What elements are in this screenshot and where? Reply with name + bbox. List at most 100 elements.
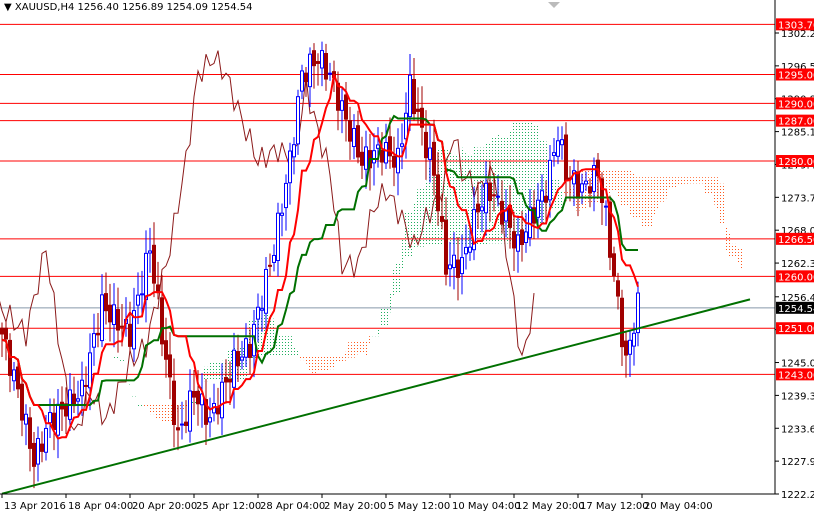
- candle-body: [188, 390, 192, 432]
- ichimoku-cloud-segment: [296, 349, 300, 356]
- ichimoku-cloud-segment: [216, 362, 220, 381]
- ichimoku-cloud-segment: [680, 177, 684, 186]
- y-tick-label: 1273.70: [781, 193, 814, 204]
- candle-body: [448, 264, 452, 270]
- candle-body: [248, 343, 252, 358]
- ichimoku-cloud-segment: [336, 355, 340, 363]
- candle: [192, 369, 196, 415]
- candle-body: [216, 406, 220, 415]
- candle-body: [528, 206, 532, 239]
- candle-body: [320, 50, 324, 69]
- candle-body: [72, 393, 76, 407]
- ichimoku-cloud-segment: [116, 356, 120, 358]
- candle-body: [628, 339, 632, 355]
- candle: [300, 64, 304, 100]
- candle-body: [316, 61, 320, 64]
- ichimoku-cloud-segment: [648, 177, 652, 228]
- chart-window[interactable]: 1302.201296.501290.801285.101279.401273.…: [0, 0, 814, 514]
- candle-body: [492, 194, 496, 197]
- close-value: 1254.54: [211, 2, 253, 13]
- price-chart[interactable]: 1302.201296.501290.801285.101279.401273.…: [0, 0, 814, 514]
- ichimoku-cloud-segment: [632, 172, 636, 217]
- ichimoku-cloud-segment: [164, 404, 168, 422]
- candle: [160, 274, 164, 357]
- candle-body: [84, 384, 88, 387]
- candle: [232, 332, 236, 409]
- candle-body: [620, 297, 624, 348]
- candle: [132, 287, 136, 362]
- candle: [448, 241, 452, 287]
- candle-body: [512, 231, 516, 249]
- candle-body: [100, 294, 104, 342]
- candle-body: [340, 100, 344, 111]
- candle-body: [264, 268, 268, 314]
- candle-body: [224, 377, 228, 383]
- ichimoku-cloud-segment: [312, 355, 316, 373]
- candle-body: [540, 190, 544, 202]
- ichimoku-cloud-segment: [368, 336, 372, 344]
- ichimoku-cloud-segment: [288, 336, 292, 356]
- candle-body: [604, 205, 608, 208]
- candle: [24, 404, 28, 446]
- ichimoku-cloud-segment: [388, 292, 392, 313]
- candle-body: [36, 438, 40, 465]
- ichimoku-cloud-segment: [160, 404, 164, 422]
- ichimoku-cloud-segment: [280, 336, 284, 356]
- ichimoku-cloud-segment: [628, 171, 632, 215]
- candle: [328, 62, 332, 81]
- ichimoku-cloud-segment: [688, 177, 692, 184]
- candle-body: [148, 250, 152, 254]
- candle: [172, 358, 176, 448]
- candle-body: [284, 182, 288, 209]
- candle-body: [176, 427, 180, 431]
- candle: [616, 272, 620, 310]
- y-tick-label: 1239.35: [781, 391, 814, 402]
- ichimoku-cloud-segment: [340, 355, 344, 363]
- candle: [324, 43, 328, 91]
- candle-body: [172, 380, 176, 425]
- ichimoku-cloud-segment: [712, 177, 716, 205]
- candle-body: [348, 120, 352, 142]
- candle-body: [376, 144, 380, 149]
- ichimoku-cloud-segment: [652, 177, 656, 216]
- candle-body: [120, 325, 124, 328]
- candle-body: [76, 398, 80, 402]
- candle-body: [160, 297, 164, 345]
- candle-body: [168, 354, 172, 378]
- candle: [356, 110, 360, 164]
- candle-body: [164, 340, 168, 360]
- ichimoku-cloud-segment: [344, 351, 348, 361]
- candle-body: [288, 150, 292, 184]
- candle: [72, 376, 76, 413]
- candle-body: [92, 333, 96, 348]
- candle-body: [256, 306, 260, 320]
- candle-body: [408, 74, 412, 118]
- candle: [12, 361, 16, 391]
- candle-body: [444, 219, 448, 275]
- candle-body: [108, 304, 112, 323]
- candle-body: [192, 390, 196, 398]
- candle: [456, 236, 460, 301]
- candle-body: [292, 144, 296, 158]
- candle: [128, 301, 132, 353]
- ichimoku-cloud-segment: [704, 177, 708, 194]
- candle-body: [24, 413, 28, 425]
- candle-body: [360, 151, 364, 166]
- ichimoku-cloud-segment: [104, 339, 108, 341]
- candle: [376, 127, 380, 168]
- candle: [152, 222, 156, 298]
- price-tag-label: 1260.00: [778, 272, 814, 283]
- candle-body: [44, 427, 48, 453]
- candle-body: [324, 53, 328, 80]
- candle-body: [396, 147, 400, 174]
- dropdown-triangle-icon[interactable]: ▼: [4, 2, 12, 13]
- low-value: 1254.09: [166, 2, 208, 13]
- candle: [316, 53, 320, 86]
- candle-body: [88, 352, 92, 389]
- candle: [100, 274, 104, 348]
- ichimoku-cloud-segment: [664, 177, 668, 199]
- candle: [204, 379, 208, 446]
- ichimoku-cloud-segment: [128, 383, 132, 385]
- candle-body: [184, 421, 188, 426]
- candle-body: [548, 159, 552, 201]
